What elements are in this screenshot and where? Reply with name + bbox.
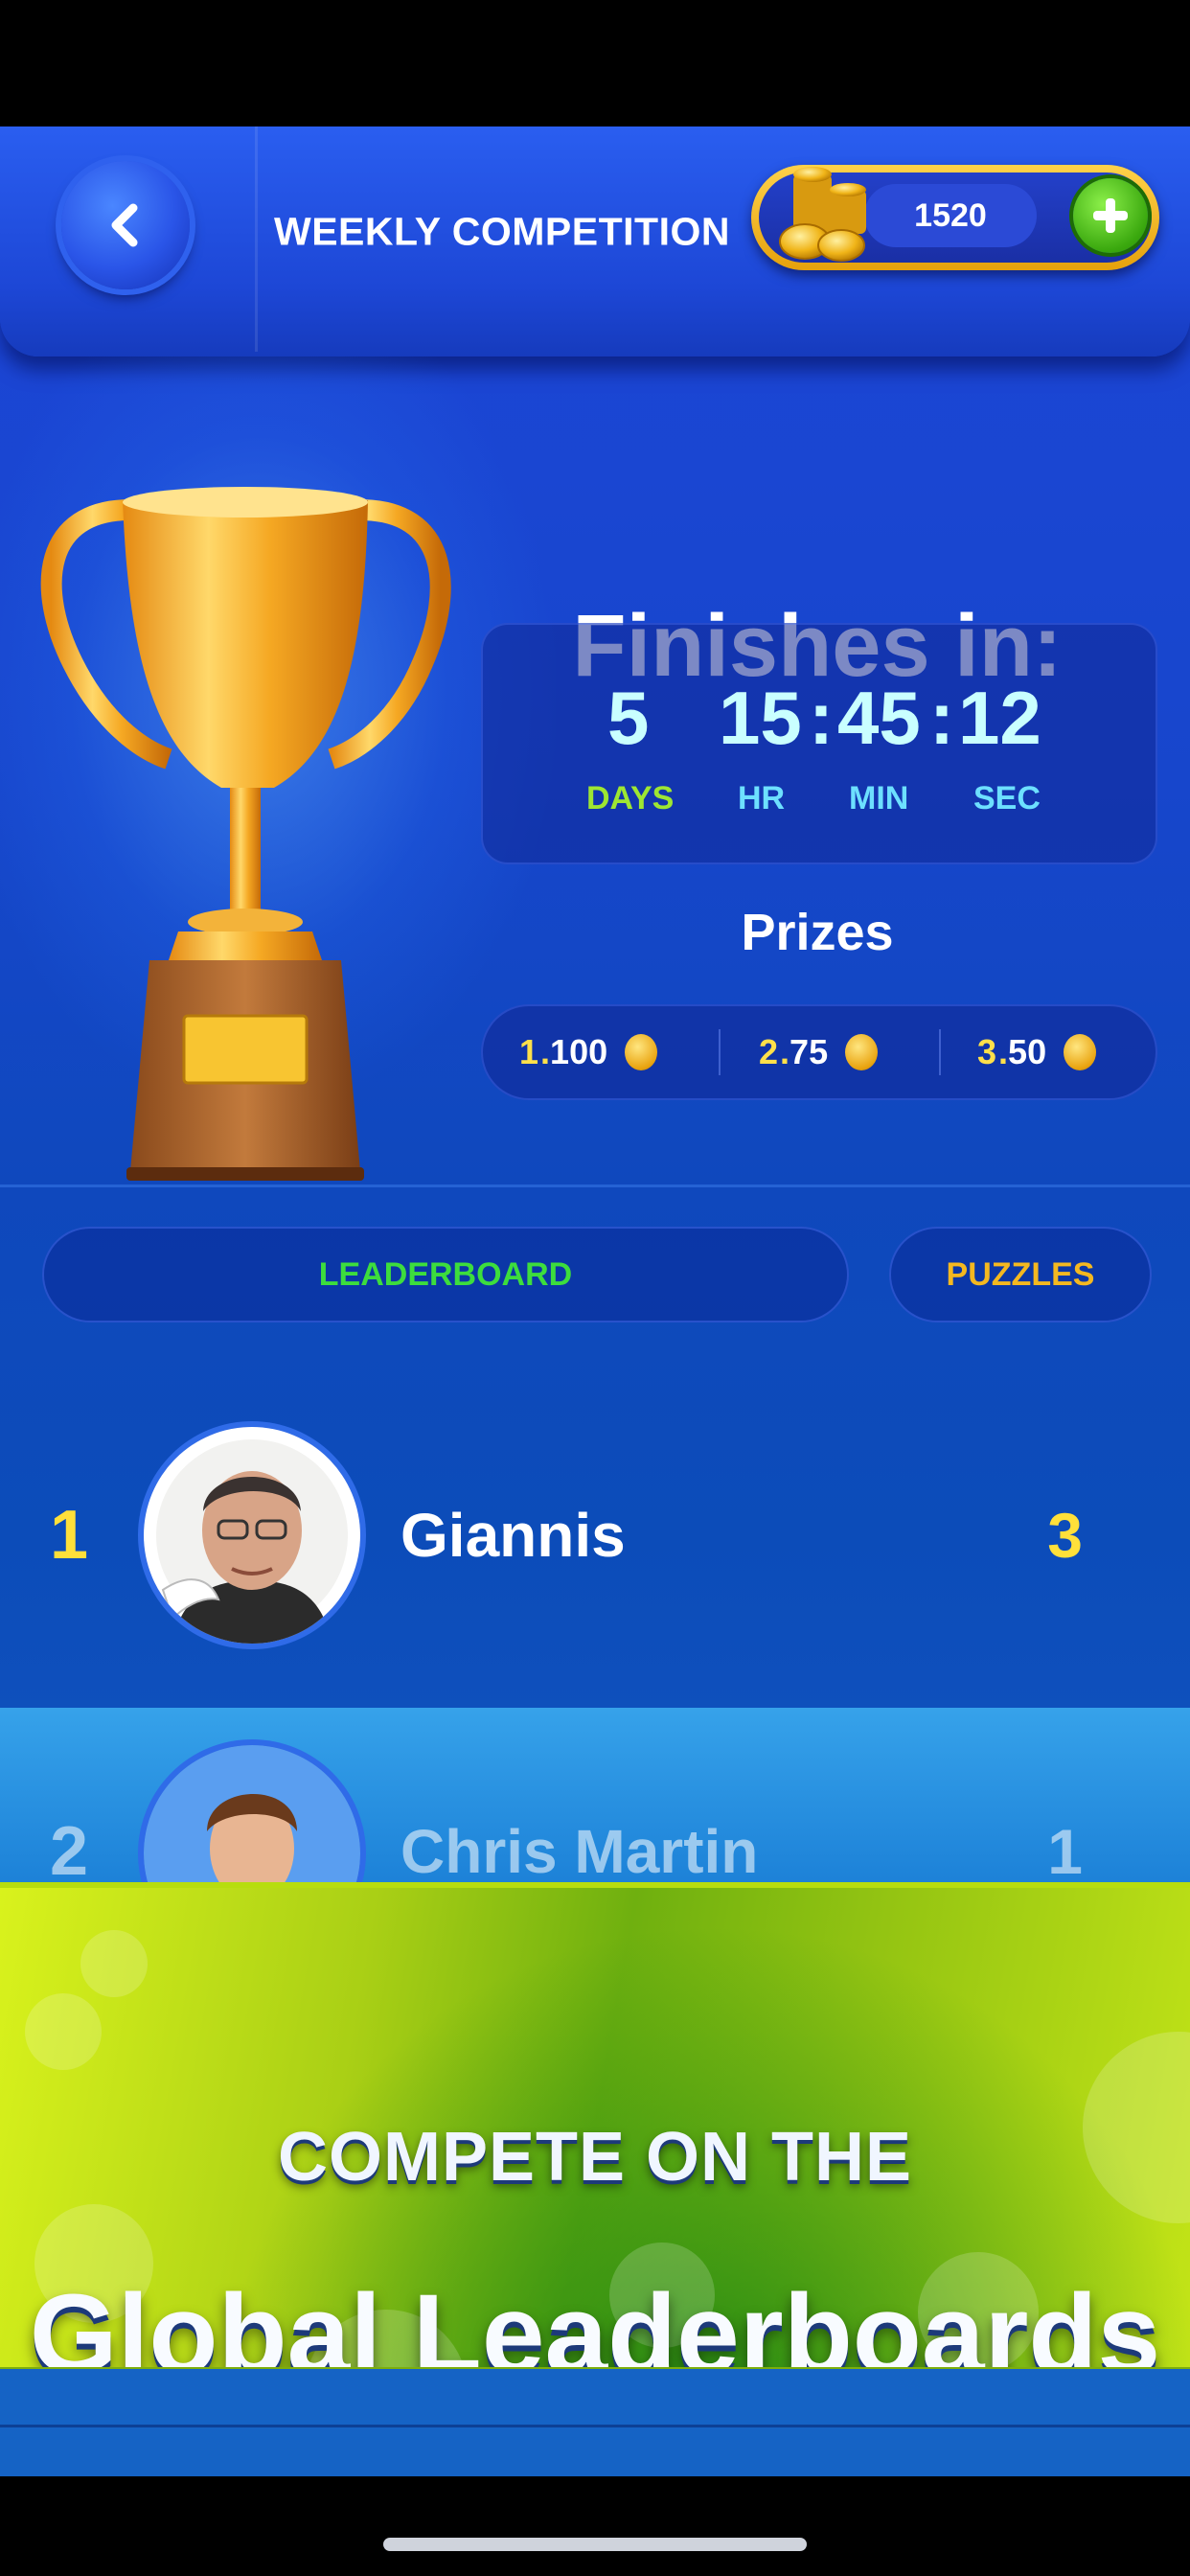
home-indicator[interactable] bbox=[383, 2538, 807, 2551]
coin-icon bbox=[625, 1034, 658, 1070]
coins-balance: 1520 bbox=[751, 165, 1159, 270]
prize-divider bbox=[719, 1029, 721, 1075]
section-divider bbox=[0, 1184, 1190, 1187]
header-bar: WEEKLY COMPETITION 1520 bbox=[0, 126, 1190, 356]
countdown-timer: 5 15 : 45 : 12 DAYS HR MIN SEC bbox=[481, 623, 1157, 864]
prize-item: 2. 75 bbox=[759, 1006, 879, 1098]
prize-rank: 3 bbox=[977, 1032, 997, 1071]
countdown-minutes-label: MIN bbox=[849, 780, 909, 816]
add-coins-button[interactable] bbox=[1073, 178, 1148, 253]
prizes-bar: 1. 100 2. 75 3. 50 bbox=[481, 1004, 1157, 1100]
row-score: 1 bbox=[1047, 1816, 1083, 1887]
chevron-left-icon bbox=[111, 203, 138, 247]
coins-value: 1520 bbox=[864, 184, 1037, 247]
coin-icon bbox=[845, 1034, 879, 1070]
header-divider bbox=[255, 126, 258, 352]
countdown-seconds: 12 bbox=[958, 676, 1041, 760]
page-title: WEEKLY COMPETITION bbox=[274, 209, 730, 254]
banner-headline: COMPETE ON THE bbox=[277, 2119, 913, 2196]
list-divider bbox=[0, 2425, 1190, 2427]
trophy-icon bbox=[40, 487, 451, 1181]
countdown-seconds-label: SEC bbox=[973, 780, 1041, 816]
prize-rank: 2 bbox=[759, 1032, 779, 1071]
countdown-days-label: DAYS bbox=[586, 780, 675, 816]
tab-leaderboard[interactable]: LEADERBOARD bbox=[42, 1227, 849, 1322]
game-screen: WEEKLY COMPETITION 1520 5 15: 45: 12 D… bbox=[0, 126, 1190, 2476]
prizes-title: Prizes bbox=[741, 904, 894, 961]
prize-item: 3. 50 bbox=[977, 1006, 1097, 1098]
avatar bbox=[144, 1427, 360, 1644]
coin-stack-icon bbox=[779, 167, 866, 262]
row-score: 3 bbox=[1047, 1500, 1083, 1571]
countdown-sep-1: : bbox=[809, 676, 834, 760]
countdown-minutes: 45 bbox=[837, 676, 921, 760]
banner-title: Global Leaderboards bbox=[29, 2271, 1161, 2375]
list-footer bbox=[0, 2369, 1190, 2476]
leaderboard-row[interactable]: 1 Giannis 3 bbox=[0, 1392, 1190, 1679]
user-photo bbox=[144, 1427, 360, 1644]
countdown-hours: 15 bbox=[719, 676, 802, 760]
prize-item: 1. 100 bbox=[519, 1006, 658, 1098]
prize-rank: 1 bbox=[519, 1032, 539, 1071]
countdown-days: 5 bbox=[607, 676, 650, 760]
row-name: Chris Martin bbox=[400, 1817, 759, 1886]
row-rank: 1 bbox=[50, 1497, 89, 1574]
prize-amount: 50 bbox=[1008, 1032, 1047, 1071]
row-name: Giannis bbox=[400, 1501, 626, 1570]
row-rank: 2 bbox=[50, 1813, 89, 1890]
coin-icon bbox=[1064, 1034, 1097, 1070]
tab-puzzles[interactable]: PUZZLES bbox=[889, 1227, 1152, 1322]
promo-banner: COMPETE ON THE Global Leaderboards bbox=[0, 1882, 1190, 2375]
plus-icon bbox=[1093, 198, 1128, 233]
prize-divider bbox=[939, 1029, 941, 1075]
prize-amount: 75 bbox=[790, 1032, 829, 1071]
countdown-sep-2: : bbox=[929, 676, 954, 760]
back-button[interactable] bbox=[61, 161, 190, 289]
countdown-hours-label: HR bbox=[738, 780, 786, 816]
prize-amount: 100 bbox=[550, 1032, 608, 1071]
